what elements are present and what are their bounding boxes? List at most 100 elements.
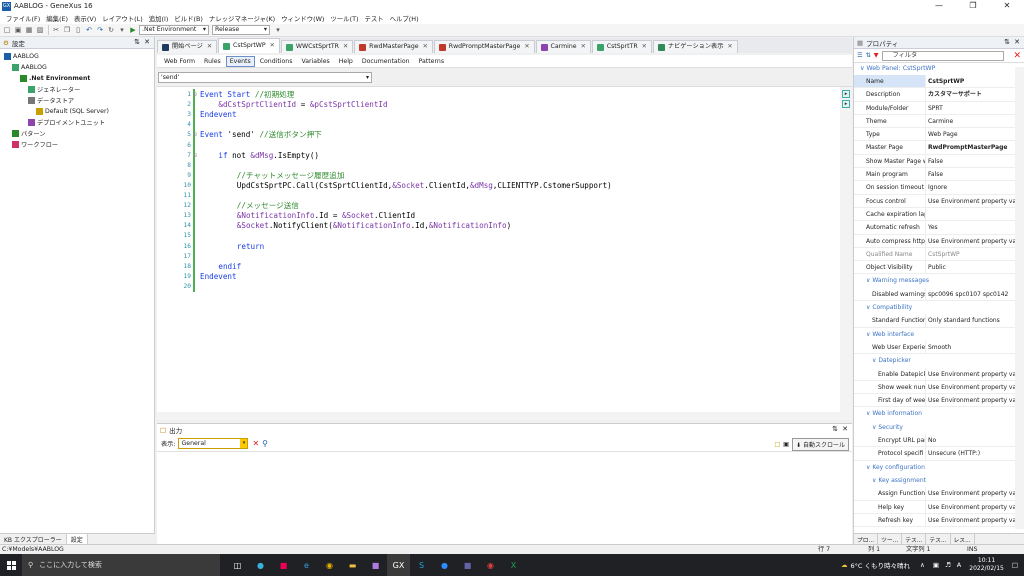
property-row[interactable]: Standard Function Only standard functions bbox=[854, 314, 1024, 328]
editor-vertical-scrollbar[interactable]: ▸ ▸ bbox=[840, 87, 852, 420]
tree-item[interactable]: パターン bbox=[0, 128, 154, 139]
collapse-icon[interactable]: ∨ bbox=[860, 65, 865, 72]
property-category[interactable]: ∨ Compatibility bbox=[854, 301, 1024, 314]
property-value[interactable]: spc0096 spc0107 spc0142 bbox=[926, 288, 1016, 300]
refresh-icon[interactable]: ↻ bbox=[106, 25, 116, 35]
tree-item[interactable]: AABLOG bbox=[0, 62, 154, 73]
categorized-icon[interactable]: ☰ bbox=[857, 52, 863, 59]
property-row[interactable]: Show Master Page w False bbox=[854, 154, 1024, 169]
part-tab[interactable]: Help bbox=[335, 56, 357, 67]
expand-icon[interactable]: ▸ bbox=[842, 90, 850, 98]
code-editor[interactable]: 1 ⊟ Event Start //初期処理 2 &dCstSprtClientId =… bbox=[157, 86, 852, 420]
property-row[interactable]: Name CstSprtWP bbox=[854, 75, 1024, 89]
search-icon[interactable]: ⚲ bbox=[262, 439, 268, 448]
property-value[interactable]: Use Environment property va... bbox=[926, 514, 1016, 526]
save-icon[interactable]: ▦ bbox=[24, 25, 34, 35]
menu-item[interactable]: ツール(T) bbox=[330, 14, 358, 23]
property-row[interactable]: First day of wee Use Environment property… bbox=[854, 394, 1024, 408]
new-icon[interactable]: □ bbox=[2, 25, 12, 35]
property-row[interactable]: Theme Carmine bbox=[854, 114, 1024, 129]
cut-icon[interactable]: ✂ bbox=[51, 25, 61, 35]
property-category[interactable]: ∨ Key configuration bbox=[854, 461, 1024, 474]
environment-select[interactable]: .Net Environment ▾ bbox=[139, 25, 209, 35]
property-row[interactable]: Master Page RwdPromptMasterPage bbox=[854, 141, 1024, 155]
tree-item[interactable]: Default (SQL Server) bbox=[0, 106, 154, 117]
property-row[interactable]: Description カスタマーサポート bbox=[854, 88, 1024, 102]
run-icon[interactable]: ▶ bbox=[128, 25, 138, 35]
filter-input[interactable]: フィルタ bbox=[881, 50, 1004, 61]
document-tab[interactable]: Carmine ✕ bbox=[535, 40, 591, 53]
part-tab[interactable]: Variables bbox=[297, 56, 333, 67]
open-icon[interactable]: ▣ bbox=[13, 25, 23, 35]
property-row[interactable]: Type Web Page bbox=[854, 128, 1024, 142]
taskbar-clock[interactable]: 10:11 2022/02/15 bbox=[969, 557, 1004, 573]
close-icon[interactable]: ✕ bbox=[842, 425, 848, 433]
editor-horizontal-scrollbar[interactable] bbox=[157, 412, 840, 420]
close-icon[interactable]: ✕ bbox=[270, 40, 275, 52]
close-icon[interactable]: ✕ bbox=[524, 41, 529, 53]
property-row[interactable]: Automatic refresh Yes bbox=[854, 221, 1024, 235]
property-value[interactable]: Use Environment property va... bbox=[926, 501, 1016, 513]
zoom-icon[interactable]: ● bbox=[433, 554, 456, 576]
properties-scrollbar[interactable] bbox=[1015, 67, 1024, 529]
property-value[interactable]: RwdPromptMasterPage bbox=[926, 141, 1016, 153]
part-tab[interactable]: Conditions bbox=[256, 56, 297, 67]
property-value[interactable]: Use Environment property va... bbox=[926, 195, 1016, 207]
tree-item[interactable]: データストア bbox=[0, 95, 154, 106]
store-icon[interactable]: ■ bbox=[272, 554, 295, 576]
property-row[interactable]: Help key Use Environment property va... bbox=[854, 500, 1024, 514]
paste-icon[interactable]: ▯ bbox=[73, 25, 83, 35]
dropdown-icon[interactable]: ▾ bbox=[117, 25, 127, 35]
menu-item[interactable]: 編集(E) bbox=[46, 14, 68, 23]
document-tab[interactable]: ナビゲーション表示 ✕ bbox=[652, 40, 738, 53]
chrome-profile-icon[interactable]: ◉ bbox=[479, 554, 502, 576]
property-row[interactable]: Show week num Use Environment property va… bbox=[854, 380, 1024, 395]
property-value[interactable]: False bbox=[926, 168, 1016, 180]
redo-icon[interactable]: ↷ bbox=[95, 25, 105, 35]
notification-icon[interactable]: □ bbox=[1012, 561, 1018, 569]
task-view-icon[interactable]: ◫ bbox=[226, 554, 249, 576]
configuration-select[interactable]: Release ▾ bbox=[212, 25, 270, 35]
right-panel-tab[interactable]: レス... bbox=[951, 534, 975, 544]
close-icon[interactable]: ✕ bbox=[207, 41, 212, 53]
tree-item[interactable]: デプロイメントユニット bbox=[0, 117, 154, 128]
copy-icon[interactable]: ❐ bbox=[62, 25, 72, 35]
clear-icon[interactable]: ✕ bbox=[252, 439, 259, 448]
property-category[interactable]: ∨ Web information bbox=[854, 407, 1024, 420]
part-tab[interactable]: Documentation bbox=[358, 56, 414, 67]
minimize-button[interactable]: — bbox=[922, 0, 956, 12]
menu-item[interactable]: 表示(V) bbox=[74, 14, 96, 23]
undo-icon[interactable]: ↶ bbox=[84, 25, 94, 35]
skype-icon[interactable]: S bbox=[410, 554, 433, 576]
property-value[interactable]: CstSprtWP bbox=[926, 248, 1016, 260]
pin-icon[interactable]: ⇅ bbox=[1004, 38, 1010, 46]
sort-icon[interactable]: ⇅ bbox=[866, 52, 871, 59]
property-value[interactable]: Carmine bbox=[926, 115, 1016, 127]
autoscroll-button[interactable]: ⬇ 自動スクロール bbox=[792, 438, 849, 451]
chrome-icon[interactable]: ◉ bbox=[318, 554, 341, 576]
right-panel-tab[interactable]: テス... bbox=[926, 534, 951, 544]
property-value[interactable]: False bbox=[926, 155, 1016, 167]
property-value[interactable]: Use Environment property va... bbox=[926, 487, 1016, 499]
part-tab[interactable]: Events bbox=[225, 55, 255, 67]
property-row[interactable]: On session timeout Ignore bbox=[854, 181, 1024, 195]
property-row[interactable]: Main program False bbox=[854, 168, 1024, 182]
menu-item[interactable]: テスト bbox=[364, 14, 383, 23]
explorer-icon[interactable]: ▬ bbox=[341, 554, 364, 576]
window-icon[interactable]: ▣ bbox=[783, 441, 789, 448]
document-tab[interactable]: CstSprtTR ✕ bbox=[591, 40, 652, 53]
property-category[interactable]: ∨ Security bbox=[854, 421, 1024, 434]
menu-item[interactable]: ヘルプ(H) bbox=[390, 14, 419, 23]
part-tab[interactable]: Rules bbox=[200, 56, 225, 67]
menu-item[interactable]: ウィンドウ(W) bbox=[281, 14, 324, 23]
right-panel-tab[interactable]: テス... bbox=[902, 534, 927, 544]
property-row[interactable]: Cache expiration lap bbox=[854, 207, 1024, 222]
right-panel-tab[interactable]: プロ... bbox=[854, 534, 879, 544]
clear-filter-icon[interactable]: ✕ bbox=[1013, 51, 1021, 61]
expand-icon[interactable]: ▸ bbox=[842, 100, 850, 108]
property-value[interactable]: Yes bbox=[926, 221, 1016, 233]
close-icon[interactable]: ✕ bbox=[343, 41, 348, 53]
weather-text[interactable]: 6°C くもり時々晴れ bbox=[851, 560, 911, 570]
part-tab[interactable]: Web Form bbox=[160, 56, 199, 67]
left-panel-tab[interactable]: KB エクスプローラー bbox=[0, 534, 67, 544]
